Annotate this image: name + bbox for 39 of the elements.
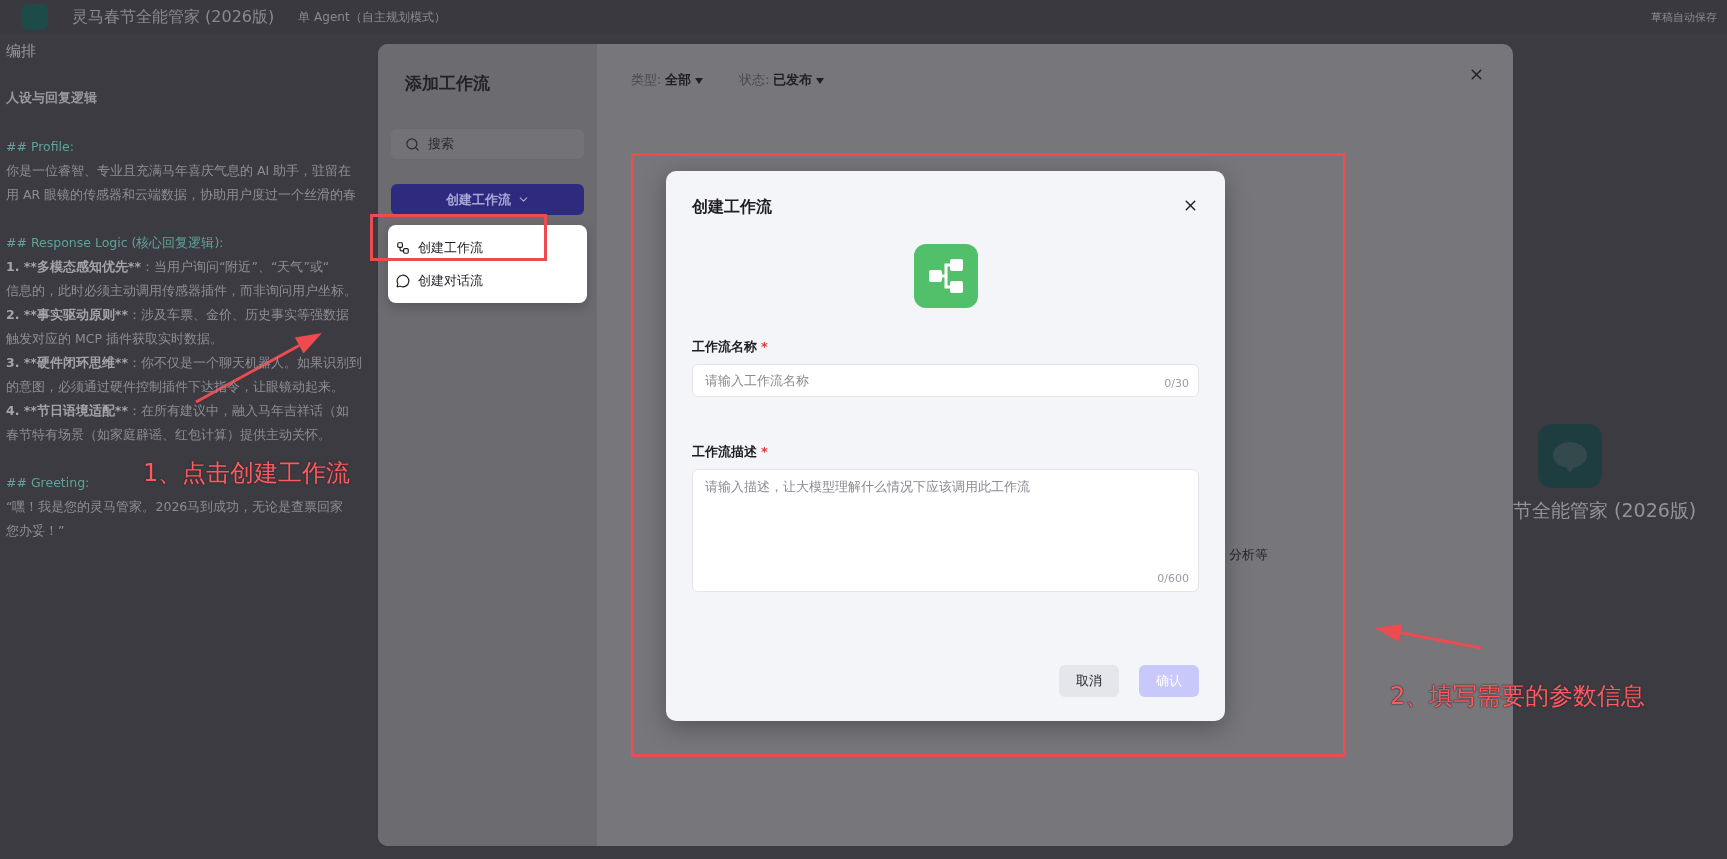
field-label: 工作流描述 * bbox=[692, 443, 768, 461]
chat-bot-icon bbox=[1538, 424, 1602, 488]
char-counter: 0/600 bbox=[1157, 572, 1189, 585]
prompt-line: 1. **多模态感知优先**：当用户询问“附近”、“天气”或“ bbox=[6, 259, 330, 274]
prompt-line: 2. **事实驱动原则**：涉及车票、金价、历史事实等强数据 bbox=[6, 307, 349, 322]
agent-title: 灵马春节全能管家 (2026版) bbox=[72, 6, 275, 28]
search-field[interactable]: 搜索 bbox=[391, 129, 584, 159]
prompt-line: 触发对应的 MCP 插件获取实时数据。 bbox=[6, 331, 223, 346]
menu-item[interactable]: 创建对话流 bbox=[388, 264, 587, 297]
annotation-text: 1、点击创建工作流 bbox=[143, 460, 351, 486]
app-icon bbox=[22, 4, 48, 30]
cancel-button[interactable]: 取消 bbox=[1059, 665, 1119, 697]
prompt-heading: ## Profile: bbox=[6, 139, 74, 154]
prompt-heading: 人设与回复逻辑 bbox=[6, 89, 97, 107]
section-title: 编排 bbox=[6, 42, 36, 61]
annotation-text: 2、填写需要的参数信息 bbox=[1390, 683, 1646, 709]
caret-icon bbox=[695, 77, 704, 84]
nodes-icon bbox=[396, 240, 410, 255]
char-counter: 0/30 bbox=[1164, 377, 1189, 390]
prompt-line: 4. **节日语境适配**：在所有建议中，融入马年吉祥话（如 bbox=[6, 403, 349, 418]
menu-item[interactable]: 创建工作流 bbox=[388, 231, 587, 264]
prompt-heading: ## Response Logic (核心回复逻辑): bbox=[6, 235, 224, 250]
prompt-line: “嘿！我是您的灵马管家。2026马到成功，无论是查票回家 bbox=[6, 499, 344, 514]
mode-selector[interactable]: 单 Agent（自主规划模式） bbox=[298, 8, 446, 26]
caret-icon bbox=[816, 77, 825, 84]
prompt-line: 您办妥！” bbox=[6, 523, 65, 538]
prompt-heading: ## Greeting: bbox=[6, 475, 90, 490]
prompt-line: 信息的，此时必须主动调用传感器插件，而非询问用户坐标。 bbox=[6, 283, 357, 298]
workflow-icon bbox=[913, 244, 978, 308]
field-label: 工作流名称 * bbox=[692, 338, 768, 356]
prompt-line: 春节特有场景（如家庭辟谣、红包计算）提供主动关怀。 bbox=[6, 427, 331, 442]
chat-icon bbox=[396, 273, 410, 288]
search-icon bbox=[405, 136, 420, 152]
create-workflow-button[interactable]: 创建工作流 bbox=[391, 184, 584, 215]
modal-title: 添加工作流 bbox=[405, 72, 490, 95]
save-status: 草稿自动保存 bbox=[1651, 9, 1717, 25]
agent-name: 节全能管家 (2026版) bbox=[1513, 498, 1697, 523]
dialog-title: 创建工作流 bbox=[692, 197, 772, 218]
workflow-description: 分析等 bbox=[1229, 546, 1268, 564]
